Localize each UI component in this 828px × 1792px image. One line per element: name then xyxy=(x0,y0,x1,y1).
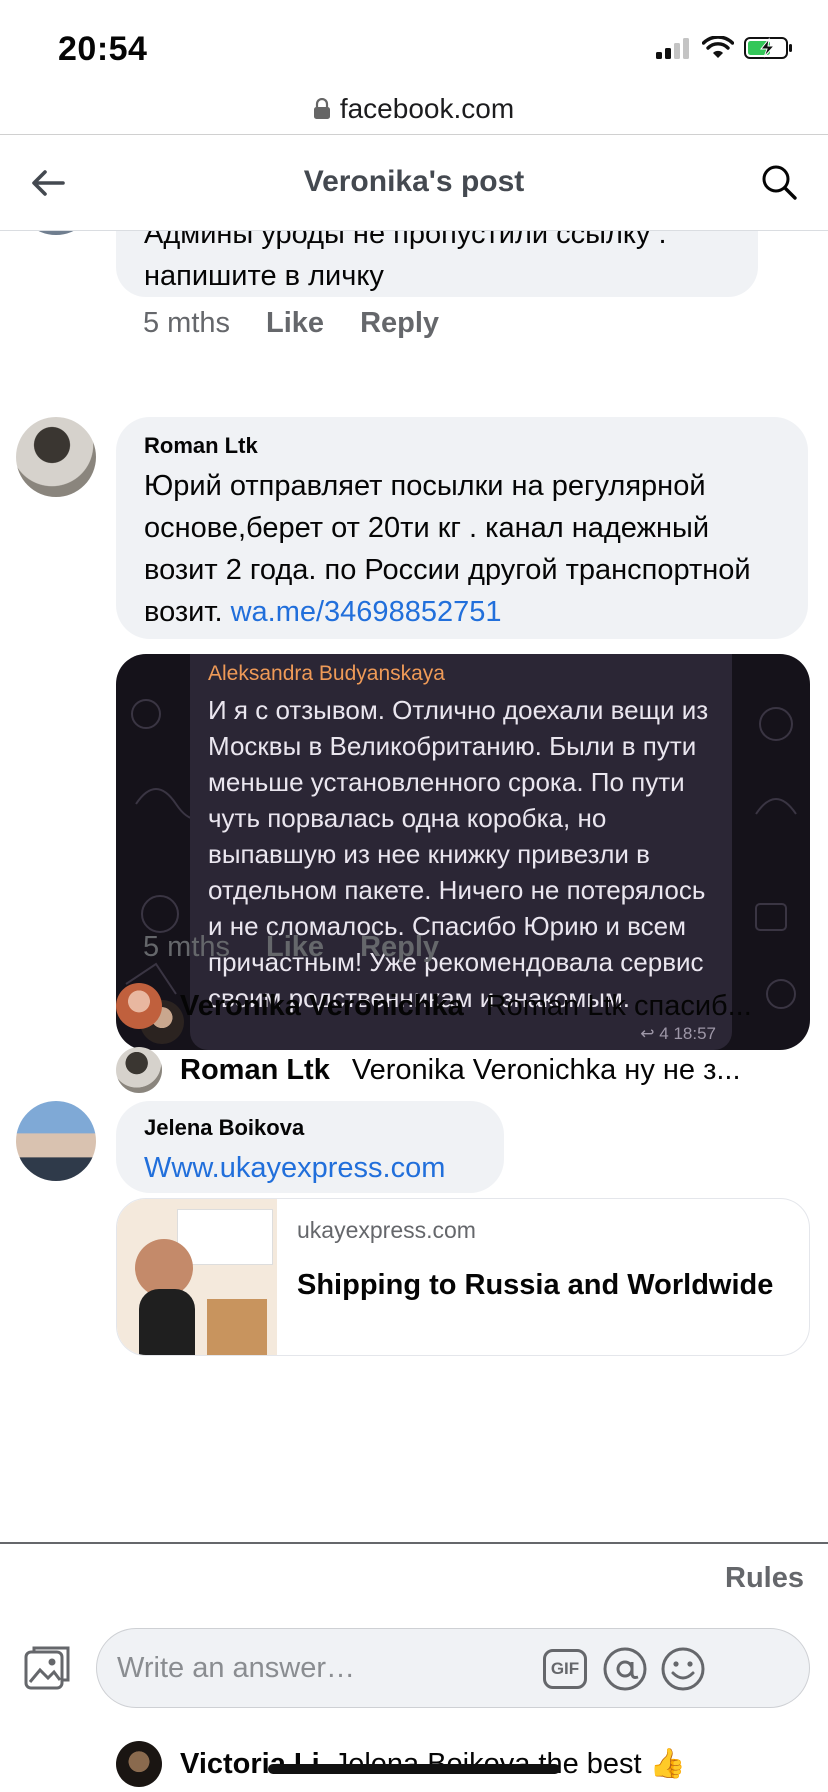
avatar[interactable] xyxy=(16,1101,96,1181)
sender-name: Aleksandra Budyanskaya xyxy=(208,662,445,685)
emoji-button[interactable] xyxy=(659,1645,707,1693)
comment-actions: 5 mths Like Reply xyxy=(143,931,439,964)
at-icon xyxy=(603,1647,647,1691)
reply-text: Veronika Veronichka ну не з... xyxy=(351,1053,741,1086)
avatar[interactable] xyxy=(16,231,96,235)
reply-button[interactable]: Reply xyxy=(360,307,439,340)
page-title: Veronika's post xyxy=(303,165,525,198)
avatar xyxy=(116,1047,162,1093)
lock-icon xyxy=(313,98,330,119)
status-time: 20:54 xyxy=(58,30,148,68)
reply-preview[interactable]: Roman Ltk Veronika Veronichka ну не з... xyxy=(116,1046,806,1094)
reply-preview[interactable]: Veronika Veronichka Roman Ltk спасиб... xyxy=(116,982,806,1030)
rules-link[interactable]: Rules xyxy=(725,1562,804,1595)
search-button[interactable] xyxy=(756,159,802,205)
answer-input[interactable] xyxy=(117,1643,597,1693)
smile-icon xyxy=(661,1647,705,1691)
gif-icon: GIF xyxy=(543,1649,587,1689)
wifi-icon xyxy=(702,36,734,58)
comment-bubble[interactable]: Jelena Boikova Www.ukayexpress.com xyxy=(116,1101,504,1193)
post-header: Veronika's post xyxy=(0,135,828,231)
avatar[interactable] xyxy=(16,417,96,497)
reply-text: Roman Ltk спасиб... xyxy=(485,989,752,1022)
preview-title: Shipping to Russia and Worldwide xyxy=(297,1269,774,1301)
avatar xyxy=(116,1741,162,1787)
comment-author[interactable]: Roman Ltk xyxy=(144,433,780,459)
mention-button[interactable] xyxy=(601,1645,649,1693)
signal-icon xyxy=(656,38,689,59)
comment-link[interactable]: wa.me/34698852751 xyxy=(231,596,502,628)
reply-button[interactable]: Reply xyxy=(360,931,439,964)
message-text: И я с отзывом. Отлично доехали вещи из М… xyxy=(208,695,709,1013)
comment-composer[interactable]: GIF xyxy=(96,1628,810,1708)
reply-author: Veronika Veronichka xyxy=(180,989,464,1022)
add-photo-button[interactable] xyxy=(22,1642,74,1694)
divider xyxy=(0,1542,828,1544)
like-button[interactable]: Like xyxy=(266,931,324,964)
gif-button[interactable]: GIF xyxy=(541,1645,589,1693)
address-bar[interactable]: facebook.com xyxy=(0,84,828,134)
battery-charging-icon xyxy=(744,37,792,59)
comment-text: Юрий отправляет посылки на регулярной ос… xyxy=(144,465,780,633)
preview-thumbnail xyxy=(117,1199,277,1355)
comment-time: 5 mths xyxy=(143,307,231,339)
photo-icon xyxy=(24,1646,70,1690)
avatar xyxy=(116,983,162,1029)
comment-bubble[interactable]: Админы уроды не пропустили ссылку . напи… xyxy=(116,231,758,297)
status-bar: 20:54 xyxy=(0,0,828,90)
search-icon xyxy=(762,165,797,200)
comment-text: Админы уроды не пропустили ссылку . напи… xyxy=(144,231,667,292)
comment-link[interactable]: Www.ukayexpress.com xyxy=(144,1147,476,1189)
reply-author: Roman Ltk xyxy=(180,1053,330,1086)
comment-author[interactable]: Jelena Boikova xyxy=(144,1115,476,1141)
home-indicator xyxy=(268,1764,560,1774)
link-preview-card[interactable]: ukayexpress.com Shipping to Russia and W… xyxy=(116,1198,810,1356)
status-icons xyxy=(656,36,794,60)
comment-actions: 5 mths Like Reply xyxy=(143,307,439,340)
url-text: facebook.com xyxy=(339,93,515,124)
comment-time: 5 mths xyxy=(143,931,231,963)
like-button[interactable]: Like xyxy=(266,307,324,340)
preview-domain: ukayexpress.com xyxy=(297,1217,476,1243)
comments-feed[interactable]: Админы уроды не пропустили ссылку . напи… xyxy=(0,231,828,1541)
comment-bubble[interactable]: Roman Ltk Юрий отправляет посылки на рег… xyxy=(116,417,808,639)
